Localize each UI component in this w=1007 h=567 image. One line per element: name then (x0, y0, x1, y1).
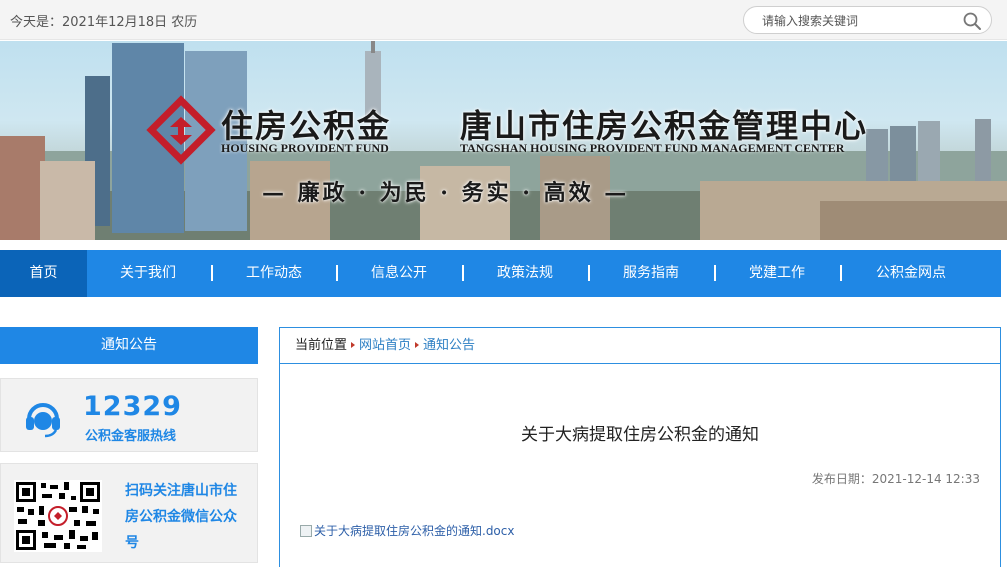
breadcrumb-home-link[interactable]: 网站首页 (359, 338, 411, 353)
attachment-label: 关于大病提取住房公积金的通知.docx (314, 524, 515, 538)
slogan: — 廉政 · 为民 · 务实 · 高效 — (262, 180, 630, 206)
nav-separator (211, 265, 213, 281)
nav-item-home[interactable]: 首页 (0, 250, 87, 297)
breadcrumb-arrow-icon (351, 342, 356, 348)
hotline-label: 公积金客服热线 (85, 429, 177, 444)
nav-separator (588, 265, 590, 281)
publish-date: 发布日期：2021-12-14 12:33 (811, 472, 980, 486)
nav-item-service-guide[interactable]: 服务指南 (603, 250, 699, 297)
hotline-card[interactable]: 12329 公积金客服热线 (0, 378, 258, 452)
breadcrumb-arrow-icon (415, 342, 420, 348)
article-title: 关于大病提取住房公积金的通知 (521, 425, 759, 445)
nav-separator (714, 265, 716, 281)
top-bar: 今天是：2021年12月18日 农历 (0, 0, 1007, 40)
nav-separator (336, 265, 338, 281)
qr-code-icon (14, 480, 102, 552)
sidebar-title[interactable]: 通知公告 (0, 327, 258, 364)
nav-item-news[interactable]: 工作动态 (226, 250, 322, 297)
breadcrumb-prefix: 当前位置 (295, 338, 348, 353)
nav-item-policy[interactable]: 政策法规 (477, 250, 573, 297)
attachment-link[interactable]: 关于大病提取住房公积金的通知.docx (300, 522, 514, 539)
center-subtitle: TANGSHAN HOUSING PROVIDENT FUND MANAGEME… (460, 141, 845, 155)
qr-caption: 扫码关注唐山市住房公积金微信公众号 (125, 483, 237, 551)
nav-item-branches[interactable]: 公积金网点 (855, 250, 967, 297)
headset-icon (26, 403, 60, 438)
brand-subtitle: HOUSING PROVIDENT FUND (221, 141, 389, 155)
date-text: 今天是：2021年12月18日 农历 (10, 15, 198, 30)
main-nav: 首页 关于我们 工作动态 信息公开 政策法规 服务指南 党建工作 公积金网点 (0, 250, 1001, 297)
nav-item-disclosure[interactable]: 信息公开 (351, 250, 447, 297)
search-input[interactable] (762, 12, 957, 29)
nav-item-about[interactable]: 关于我们 (100, 250, 196, 297)
nav-separator (462, 265, 464, 281)
search-box[interactable] (743, 6, 992, 34)
broken-image-icon (300, 525, 312, 537)
nav-separator (840, 265, 842, 281)
header-banner: 住房公积金 HOUSING PROVIDENT FUND 唐山市住房公积金管理中… (0, 41, 1007, 240)
nav-item-party[interactable]: 党建工作 (729, 250, 825, 297)
breadcrumb: 当前位置 网站首页 通知公告 (280, 328, 1000, 364)
search-icon[interactable] (962, 11, 982, 31)
wechat-qr-card: 扫码关注唐山市住房公积金微信公众号 (0, 463, 258, 563)
article-panel: 当前位置 网站首页 通知公告 关于大病提取住房公积金的通知 发布日期：2021-12… (279, 327, 1001, 567)
breadcrumb-current-link[interactable]: 通知公告 (423, 338, 475, 353)
hotline-number: 12329 (83, 391, 182, 422)
hpf-logo-icon (146, 95, 216, 165)
